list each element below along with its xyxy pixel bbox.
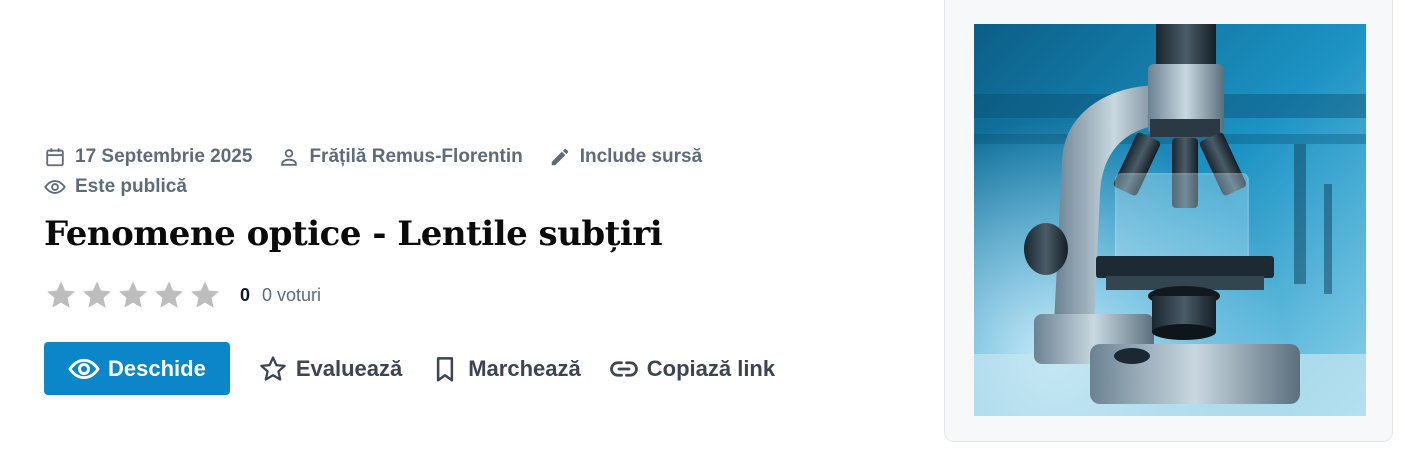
meta-row: 17 Septembrie 2025 Frățilă Remus-Florent… — [44, 146, 728, 168]
rating: 0 0 voturi — [44, 278, 321, 312]
rate-button[interactable]: Evaluează — [258, 354, 402, 384]
thumbnail-card — [944, 0, 1393, 442]
star-outline-icon — [260, 355, 286, 381]
star-icon[interactable] — [116, 278, 150, 312]
meta-date: 17 Septembrie 2025 — [44, 146, 252, 168]
meta-visibility: Este publică — [44, 176, 187, 198]
star-icon[interactable] — [80, 278, 114, 312]
open-button[interactable]: Deschide — [44, 342, 230, 395]
eye-icon — [44, 180, 66, 194]
bookmark-icon — [437, 356, 454, 381]
copy-link-button-label: Copiază link — [646, 355, 776, 381]
eye-icon — [68, 358, 100, 379]
rating-stars — [44, 278, 224, 312]
user-icon — [281, 149, 298, 166]
meta-row: Este publică — [44, 176, 213, 198]
pencil-icon — [551, 148, 568, 166]
bookmark-button-label: Marchează — [468, 355, 581, 381]
star-icon[interactable] — [188, 278, 222, 312]
meta-date-text: 17 Septembrie 2025 — [75, 146, 253, 167]
meta-visibility-text: Este publică — [75, 176, 187, 197]
meta-author-text: Frățilă Remus-Florentin — [309, 146, 523, 167]
meta-source: Include sursă — [549, 146, 703, 168]
microscope-image[interactable] — [974, 24, 1366, 416]
link-icon — [609, 360, 638, 377]
star-icon[interactable] — [44, 278, 78, 312]
meta-author: Frățilă Remus-Florentin — [278, 146, 523, 168]
open-button-label: Deschide — [108, 355, 206, 381]
rating-value: 0 — [240, 284, 251, 305]
star-icon[interactable] — [152, 278, 186, 312]
bookmark-button[interactable]: Marchează — [430, 354, 581, 384]
copy-link-button[interactable]: Copiază link — [609, 354, 775, 384]
calendar-icon — [46, 148, 64, 167]
meta-source-text: Include sursă — [579, 146, 703, 167]
microscope-illustration — [974, 24, 1366, 416]
page-title: Fenomene optice - Lentile subțiri — [44, 214, 663, 254]
rating-votes: 0 voturi — [262, 284, 322, 305]
rate-button-label: Evaluează — [295, 355, 403, 381]
action-bar: Deschide Evaluează Marchează Copiază lin… — [44, 342, 775, 395]
